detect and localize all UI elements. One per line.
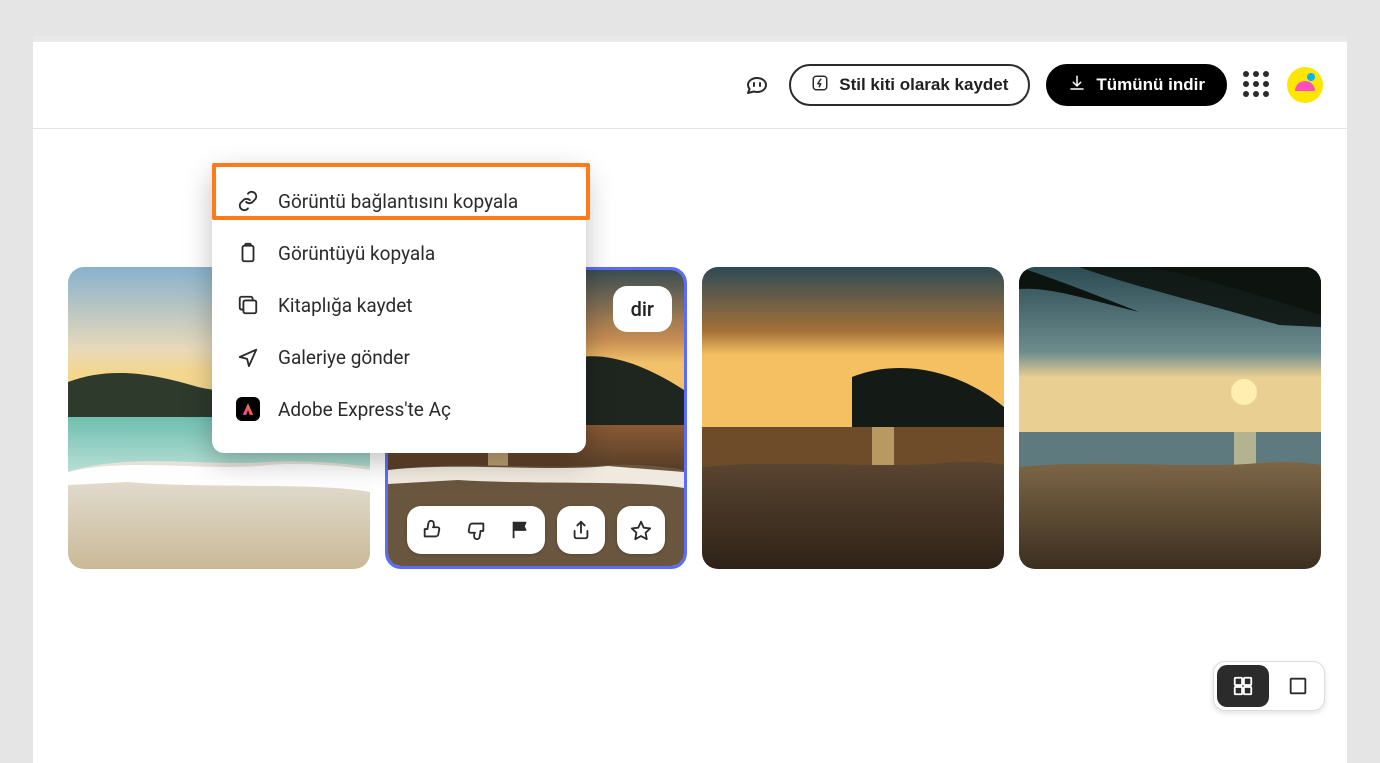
share-icon[interactable] xyxy=(557,506,605,554)
download-all-button[interactable]: Tümünü indir xyxy=(1046,64,1227,106)
header-toolbar: Stil kiti olarak kaydet Tümünü indir xyxy=(33,42,1347,129)
ctx-submit-gallery-label: Galeriye gönder xyxy=(278,346,410,369)
ctx-copy-image-label: Görüntüyü kopyala xyxy=(278,242,435,265)
ctx-save-library[interactable]: Kitaplığa kaydet xyxy=(212,279,586,331)
apps-grid-icon[interactable] xyxy=(1243,71,1271,99)
bolt-icon xyxy=(811,74,829,97)
save-style-kit-label: Stil kiti olarak kaydet xyxy=(839,75,1008,95)
download-icon xyxy=(1068,74,1086,97)
ctx-open-express[interactable]: Adobe Express'te Aç xyxy=(212,383,586,435)
ctx-open-express-label: Adobe Express'te Aç xyxy=(278,398,451,421)
link-icon xyxy=(236,189,260,213)
grid-view-icon[interactable] xyxy=(1217,665,1269,707)
rate-group xyxy=(407,506,545,554)
ctx-copy-link[interactable]: Görüntü bağlantısını kopyala xyxy=(212,175,586,227)
download-all-label: Tümünü indir xyxy=(1096,75,1205,95)
single-view-icon[interactable] xyxy=(1272,662,1324,710)
library-icon xyxy=(236,293,260,317)
thumbs-up-icon[interactable] xyxy=(415,519,449,541)
send-icon xyxy=(236,345,260,369)
save-style-kit-button[interactable]: Stil kiti olarak kaydet xyxy=(789,64,1030,106)
thumbs-down-icon[interactable] xyxy=(459,519,493,541)
favorite-icon[interactable] xyxy=(617,506,665,554)
clipboard-icon xyxy=(236,241,260,265)
avatar[interactable] xyxy=(1287,67,1323,103)
image-thumb[interactable] xyxy=(1019,267,1321,569)
thumb-action-bar xyxy=(388,506,684,554)
ctx-submit-gallery[interactable]: Galeriye gönder xyxy=(212,331,586,383)
view-switch xyxy=(1213,661,1325,711)
ctx-copy-link-label: Görüntü bağlantısını kopyala xyxy=(278,190,518,213)
flag-icon[interactable] xyxy=(503,519,537,541)
ctx-save-library-label: Kitaplığa kaydet xyxy=(278,294,413,317)
feedback-icon[interactable] xyxy=(741,69,773,101)
download-chip-partial[interactable]: dir xyxy=(613,286,672,332)
ctx-copy-image[interactable]: Görüntüyü kopyala xyxy=(212,227,586,279)
adobe-express-icon xyxy=(236,397,260,421)
image-thumb[interactable] xyxy=(702,267,1004,569)
context-menu: Görüntü bağlantısını kopyala Görüntüyü k… xyxy=(212,165,586,453)
